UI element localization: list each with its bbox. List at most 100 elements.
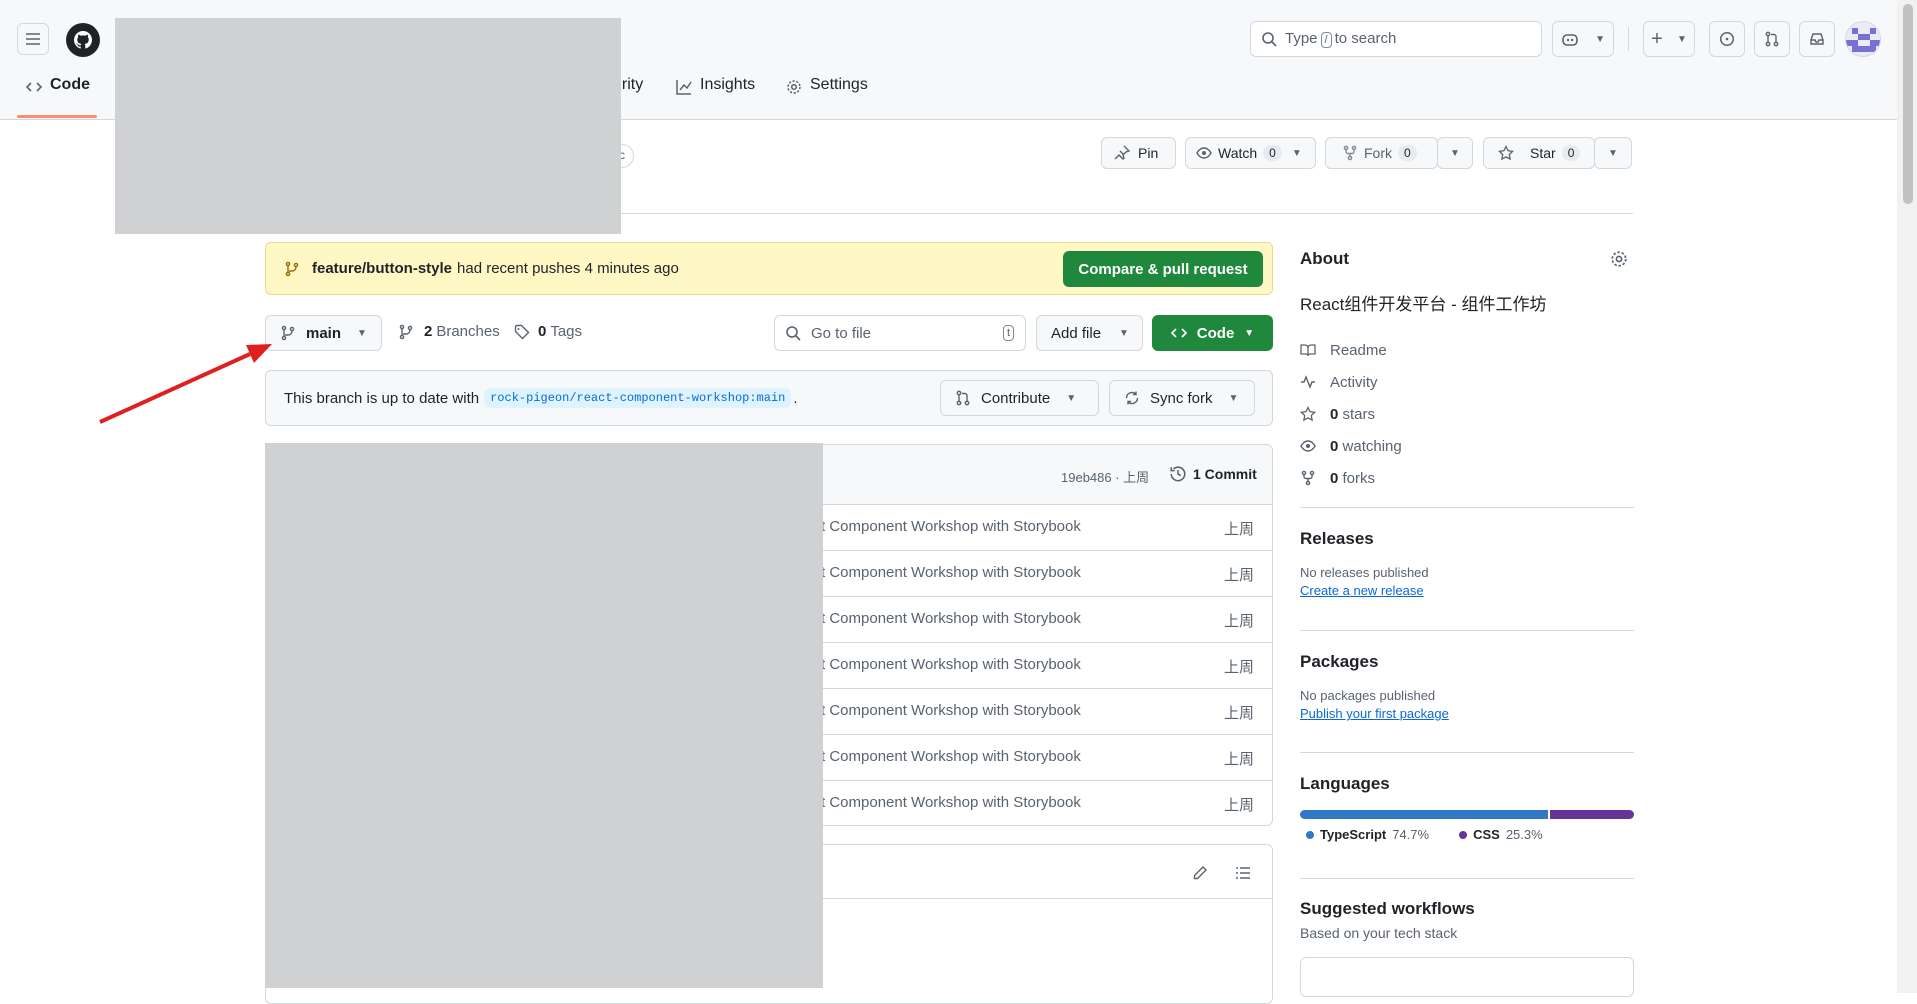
contribute-label: Contribute [981, 389, 1051, 407]
contribute-button[interactable]: Contribute ▼ [940, 380, 1099, 416]
branches-count: 2 [424, 323, 433, 340]
sync-icon [1125, 391, 1139, 405]
tab-settings[interactable]: Settings [786, 76, 868, 120]
upstream-ref-link[interactable]: rock-pigeon/react-component-workshop:mai… [484, 388, 792, 408]
avatar[interactable] [1845, 21, 1881, 57]
chevron-down-icon: ▼ [1244, 327, 1255, 339]
create-release-link[interactable]: Create a new release [1300, 583, 1634, 598]
chevron-down-icon: ▼ [1595, 33, 1605, 45]
create-new-button[interactable]: + ▼ [1643, 21, 1695, 57]
pin-icon [1114, 145, 1130, 160]
file-commit-time: 上周 [1223, 705, 1254, 722]
tab-active-underline [17, 115, 97, 118]
sync-fork-button[interactable]: Sync fork ▼ [1109, 380, 1255, 416]
compare-pull-request-button[interactable]: Compare & pull request [1063, 251, 1263, 287]
chevron-down-icon: ▼ [357, 327, 367, 339]
readme-link[interactable]: Readme [1300, 334, 1634, 366]
tab-code[interactable]: Code [26, 76, 90, 120]
issue-circle-icon [1719, 31, 1735, 47]
sidebar-divider [1300, 752, 1634, 753]
branch-select-label: main [306, 324, 342, 342]
packages-empty-text: No packages published [1300, 688, 1436, 703]
file-commit-message[interactable]: t Component Workshop with Storybook [821, 564, 1081, 581]
scrollbar-thumb[interactable] [1903, 4, 1913, 204]
suggested-workflows-section: Suggested workflows Based on your tech s… [1300, 899, 1634, 997]
file-commit-message[interactable]: t Component Workshop with Storybook [821, 518, 1081, 535]
add-file-button[interactable]: Add file ▼ [1036, 315, 1143, 351]
menu-button[interactable] [17, 23, 49, 55]
fork-button[interactable]: Fork 0 [1325, 137, 1438, 169]
watching-link[interactable]: 0 watching [1300, 430, 1634, 462]
pin-button[interactable]: Pin [1101, 137, 1176, 169]
languages-section: Languages TypeScript 74.7% CSS 25.3% [1300, 774, 1634, 842]
tab-code-label: Code [50, 76, 90, 93]
sync-fork-label: Sync fork [1150, 389, 1213, 407]
publish-package-link[interactable]: Publish your first package [1300, 706, 1634, 721]
watch-button[interactable]: Watch 0 ▼ [1185, 137, 1316, 169]
search-placeholder: Type / to search [1285, 30, 1397, 48]
star-button[interactable]: Star 0 [1483, 137, 1595, 169]
fork-icon [1301, 470, 1315, 486]
forks-link[interactable]: 0 forks [1300, 462, 1634, 494]
list-outline-icon[interactable] [1235, 865, 1251, 881]
chevron-down-icon: ▼ [1608, 147, 1618, 159]
github-logo[interactable] [66, 23, 100, 57]
eye-icon [1300, 440, 1316, 452]
inbox-icon [1810, 33, 1824, 45]
file-commit-message[interactable]: t Component Workshop with Storybook [821, 748, 1081, 765]
workflows-subtitle: Based on your tech stack [1300, 925, 1458, 941]
stars-label: stars [1342, 405, 1376, 423]
pencil-icon[interactable] [1192, 865, 1208, 881]
copilot-button[interactable]: ▼ [1552, 21, 1614, 57]
tab-insights-label: Insights [700, 76, 756, 93]
search-input[interactable]: Type / to search [1250, 21, 1542, 57]
stars-count: 0 [1330, 405, 1339, 423]
watching-label: watching [1342, 437, 1402, 455]
language-percent: 74.7% [1392, 827, 1430, 842]
plus-icon: + [1651, 28, 1663, 50]
gear-icon[interactable] [1610, 250, 1628, 268]
commit-history-link[interactable]: 1 Commit [1169, 465, 1257, 483]
file-commit-message[interactable]: t Component Workshop with Storybook [821, 794, 1081, 811]
pull-requests-button[interactable] [1754, 21, 1790, 57]
language-bar [1300, 810, 1634, 819]
file-commit-message[interactable]: t Component Workshop with Storybook [821, 610, 1081, 627]
page-scrollbar[interactable] [1897, 0, 1917, 993]
tags-link[interactable]: 0 Tags [514, 323, 582, 340]
chevron-down-icon: ▼ [1291, 147, 1302, 159]
recent-push-branch[interactable]: feature/button-style [312, 260, 452, 277]
inbox-button[interactable] [1799, 21, 1835, 57]
file-commit-time: 上周 [1223, 521, 1254, 538]
branches-link[interactable]: 2 Branches [398, 323, 500, 340]
chevron-down-icon: ▼ [1228, 392, 1239, 404]
packages-title[interactable]: Packages [1300, 652, 1634, 672]
identicon-icon [1846, 28, 1880, 52]
star-dropdown-button[interactable]: ▼ [1594, 137, 1632, 169]
releases-title[interactable]: Releases [1300, 529, 1634, 549]
commit-count: 1 Commit [1193, 466, 1257, 482]
fork-dropdown-button[interactable]: ▼ [1437, 137, 1473, 169]
code-dropdown-label: Code [1196, 324, 1235, 342]
language-item[interactable]: TypeScript 74.7% [1306, 827, 1429, 842]
file-commit-message[interactable]: t Component Workshop with Storybook [821, 656, 1081, 673]
book-icon [1300, 344, 1316, 357]
language-item[interactable]: CSS 25.3% [1459, 827, 1543, 842]
file-commit-time: 上周 [1223, 751, 1254, 768]
activity-link[interactable]: Activity [1300, 366, 1634, 398]
tab-insights[interactable]: Insights [676, 76, 755, 120]
code-dropdown-button[interactable]: Code ▼ [1152, 315, 1273, 351]
commit-hash-time[interactable]: 19eb486 · 上周 [1061, 467, 1149, 486]
packages-section: Packages No packages published Publish y… [1300, 652, 1634, 721]
stars-link[interactable]: 0 stars [1300, 398, 1634, 430]
sidebar-divider [1300, 878, 1634, 879]
hamburger-icon [26, 33, 40, 45]
branch-select-button[interactable]: main ▼ [265, 315, 382, 351]
language-dot-icon [1459, 830, 1468, 839]
file-commit-message[interactable]: t Component Workshop with Storybook [821, 702, 1081, 719]
language-dot-icon [1306, 830, 1314, 839]
branches-label: Branches [436, 323, 500, 340]
go-to-file-input[interactable]: Go to file t [774, 315, 1026, 351]
issues-button[interactable] [1709, 21, 1745, 57]
language-name: CSS [1473, 827, 1500, 842]
search-icon [1262, 32, 1277, 47]
